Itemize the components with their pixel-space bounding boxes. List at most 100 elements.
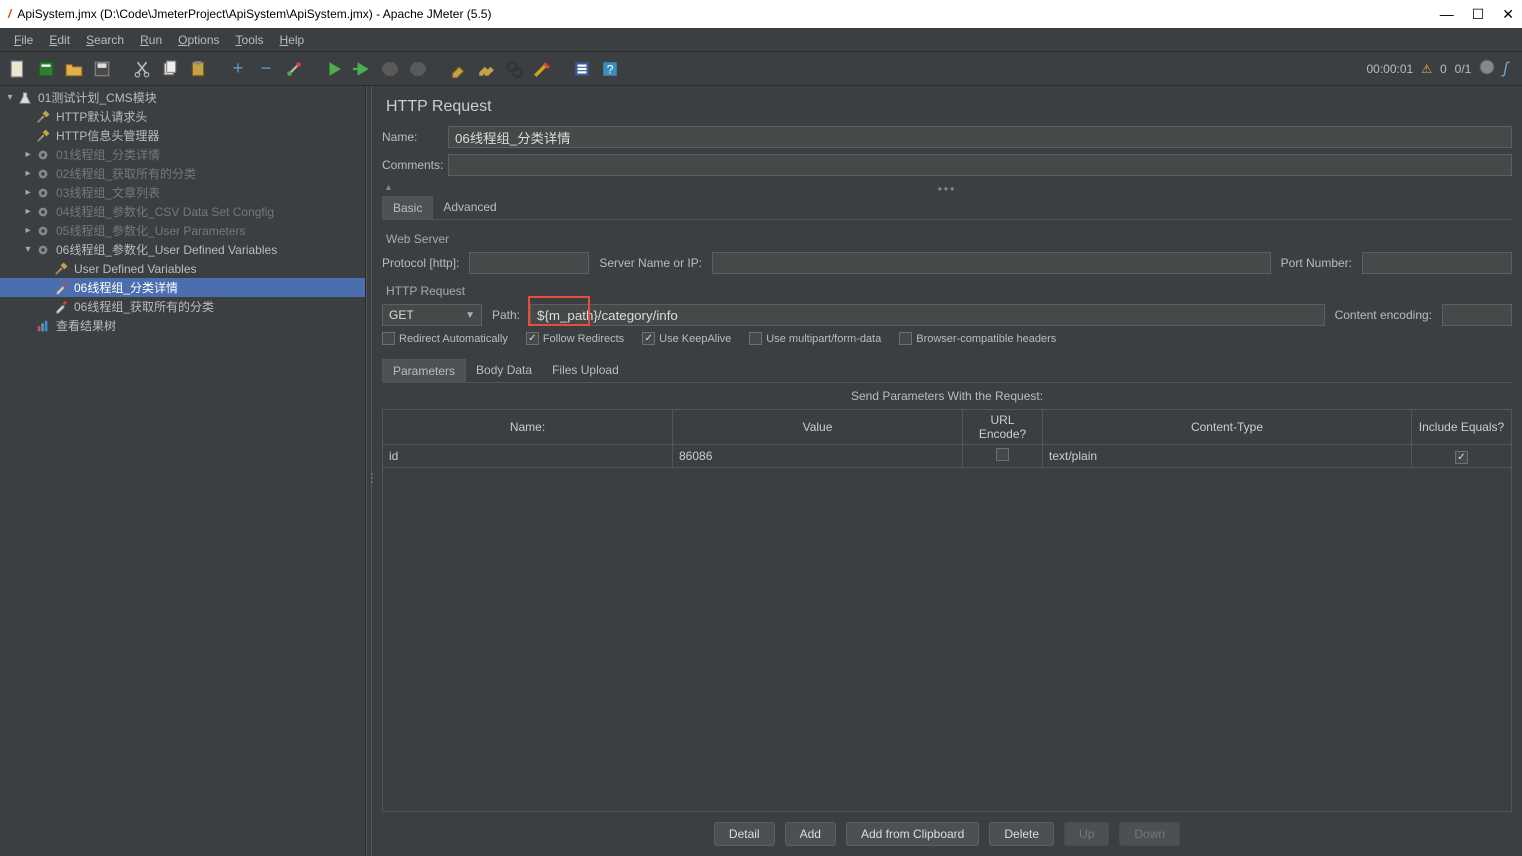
close-button[interactable]: ✕ (1502, 6, 1514, 23)
menu-options[interactable]: Options (170, 31, 227, 49)
col-include-equals[interactable]: Include Equals? (1412, 410, 1512, 445)
stop-icon[interactable] (378, 57, 402, 81)
tree-node-req1[interactable]: 06线程组_分类详情 (0, 278, 365, 297)
params-table[interactable]: Name: Value URL Encode? Content-Type Inc… (382, 409, 1512, 468)
splitter-handle[interactable] (366, 86, 372, 856)
cut-icon[interactable] (130, 57, 154, 81)
tab-basic[interactable]: Basic (382, 196, 433, 220)
save-icon[interactable] (90, 57, 114, 81)
cell-content-type[interactable]: text/plain (1043, 445, 1412, 468)
cell-name[interactable]: id (383, 445, 673, 468)
cell-url-encode[interactable] (963, 445, 1043, 468)
tree-node-tg5[interactable]: ▸05线程组_参数化_User Parameters (0, 221, 365, 240)
tree-expand-icon[interactable] (22, 130, 34, 141)
keepalive-checkbox[interactable]: ✓Use KeepAlive (642, 332, 731, 345)
shutdown-icon[interactable] (406, 57, 430, 81)
tree-expand-icon[interactable] (40, 282, 52, 293)
tree-node-tg4[interactable]: ▸04线程组_参数化_CSV Data Set Congfig (0, 202, 365, 221)
tree-node-tg2[interactable]: ▸02线程组_获取所有的分类 (0, 164, 365, 183)
start-icon[interactable] (322, 57, 346, 81)
cell-value[interactable]: 86086 (673, 445, 963, 468)
tree-expand-icon[interactable]: ▸ (22, 149, 34, 160)
open-icon[interactable] (62, 57, 86, 81)
server-input[interactable] (712, 252, 1271, 274)
function-helper-icon[interactable] (570, 57, 594, 81)
comments-input[interactable] (448, 154, 1512, 176)
menu-file[interactable]: File (6, 31, 41, 49)
tree-expand-icon[interactable]: ▾ (22, 244, 34, 255)
col-value[interactable]: Value (673, 410, 963, 445)
method-select[interactable]: GET ▼ (382, 304, 482, 326)
protocol-input[interactable] (469, 252, 589, 274)
tree-expand-icon[interactable]: ▸ (22, 168, 34, 179)
up-button[interactable]: Up (1064, 822, 1109, 846)
tree-node-results[interactable]: 查看结果树 (0, 316, 365, 335)
maximize-button[interactable]: ☐ (1472, 6, 1485, 23)
table-row[interactable]: id86086 text/plain✓ (383, 445, 1512, 468)
menu-help[interactable]: Help (272, 31, 313, 49)
clear-all-icon[interactable] (474, 57, 498, 81)
start-no-timers-icon[interactable] (350, 57, 374, 81)
menu-tools[interactable]: Tools (228, 31, 272, 49)
help-icon[interactable]: ? (598, 57, 622, 81)
tree-expand-icon[interactable]: ▸ (22, 206, 34, 217)
cell-include-equals[interactable]: ✓ (1412, 445, 1512, 468)
warning-icon[interactable]: ⚠ (1421, 62, 1432, 76)
tree-expand-icon[interactable] (40, 263, 52, 274)
tree-node-cookie[interactable]: HTTP信息头管理器 (0, 126, 365, 145)
tree-node-udv[interactable]: User Defined Variables (0, 259, 365, 278)
copy-icon[interactable] (158, 57, 182, 81)
detail-button[interactable]: Detail (714, 822, 775, 846)
tree-expand-icon[interactable] (22, 320, 34, 331)
menu-run[interactable]: Run (132, 31, 170, 49)
tree-expand-icon[interactable]: ▸ (22, 225, 34, 236)
add-from-clipboard-button[interactable]: Add from Clipboard (846, 822, 979, 846)
search-icon[interactable] (502, 57, 526, 81)
test-plan-tree[interactable]: ▾01测试计划_CMS模块 HTTP默认请求头 HTTP信息头管理器▸01线程组… (0, 86, 366, 856)
subtab-files-upload[interactable]: Files Upload (542, 359, 629, 382)
tree-node-tg1[interactable]: ▸01线程组_分类详情 (0, 145, 365, 164)
tree-expand-icon[interactable] (40, 301, 52, 312)
menu-edit[interactable]: Edit (41, 31, 78, 49)
params-table-body-space[interactable] (382, 468, 1512, 812)
col-url-encode[interactable]: URL Encode? (963, 410, 1043, 445)
reset-search-icon[interactable] (530, 57, 554, 81)
feather-icon[interactable]: ʃ (1503, 60, 1508, 78)
collapse-icon[interactable]: − (254, 57, 278, 81)
tab-advanced[interactable]: Advanced (433, 196, 506, 219)
delete-button[interactable]: Delete (989, 822, 1054, 846)
redirect-auto-checkbox[interactable]: Redirect Automatically (382, 332, 508, 345)
encoding-input[interactable] (1442, 304, 1512, 326)
templates-icon[interactable] (34, 57, 58, 81)
tree-expand-icon[interactable]: ▸ (22, 187, 34, 198)
path-input[interactable] (530, 304, 1325, 326)
tree-node-plan[interactable]: ▾01测试计划_CMS模块 (0, 88, 365, 107)
port-input[interactable] (1362, 252, 1512, 274)
tree-node-req2[interactable]: 06线程组_获取所有的分类 (0, 297, 365, 316)
section-collapser[interactable]: ▴••• (382, 182, 1512, 196)
tree-node-tg6[interactable]: ▾06线程组_参数化_User Defined Variables (0, 240, 365, 259)
clear-icon[interactable] (446, 57, 470, 81)
subtab-parameters[interactable]: Parameters (382, 359, 466, 383)
subtab-body-data[interactable]: Body Data (466, 359, 542, 382)
name-input[interactable] (448, 126, 1512, 148)
new-icon[interactable] (6, 57, 30, 81)
tree-node-tg3[interactable]: ▸03线程组_文章列表 (0, 183, 365, 202)
col-name[interactable]: Name: (383, 410, 673, 445)
down-button[interactable]: Down (1119, 822, 1180, 846)
add-button[interactable]: Add (785, 822, 836, 846)
follow-redirects-checkbox[interactable]: ✓Follow Redirects (526, 332, 624, 345)
paste-icon[interactable] (186, 57, 210, 81)
toggle-icon[interactable] (282, 57, 306, 81)
tree-expand-icon[interactable] (22, 111, 34, 122)
multipart-checkbox[interactable]: Use multipart/form-data (749, 332, 881, 345)
minimize-button[interactable]: — (1440, 6, 1454, 22)
global-icon[interactable] (1479, 59, 1495, 78)
tree-node-label: 06线程组_分类详情 (74, 279, 178, 296)
tree-expand-icon[interactable]: ▾ (4, 92, 16, 103)
col-content-type[interactable]: Content-Type (1043, 410, 1412, 445)
expand-icon[interactable]: + (226, 57, 250, 81)
menu-search[interactable]: Search (78, 31, 132, 49)
browser-compat-checkbox[interactable]: Browser-compatible headers (899, 332, 1056, 345)
tree-node-header[interactable]: HTTP默认请求头 (0, 107, 365, 126)
